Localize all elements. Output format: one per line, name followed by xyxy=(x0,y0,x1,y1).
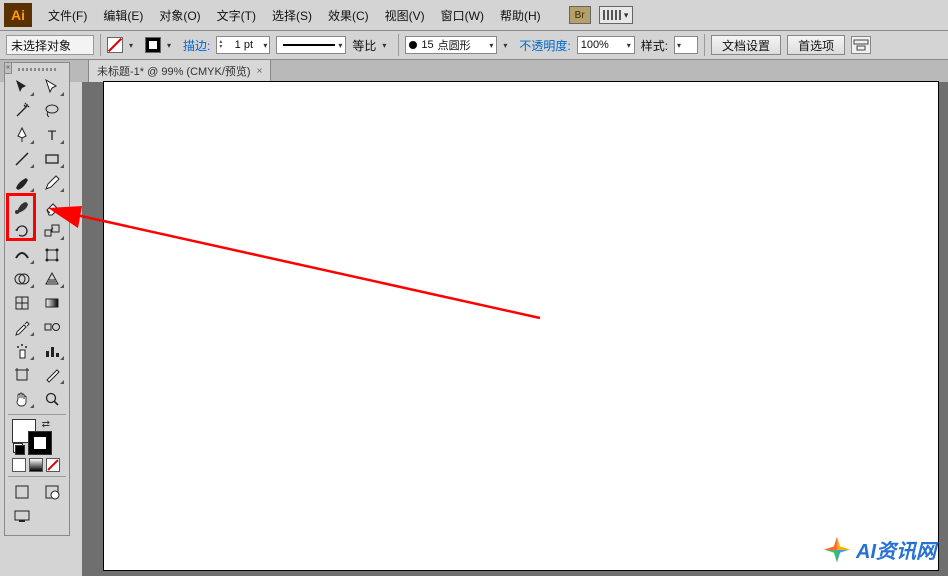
style-dropdown[interactable] xyxy=(674,36,698,54)
brush-size: 15 xyxy=(421,39,433,51)
align-icon[interactable] xyxy=(851,36,871,54)
document-tab[interactable]: 未标题-1* @ 99% (CMYK/预览) × xyxy=(88,59,271,82)
fill-swatch[interactable] xyxy=(107,37,123,53)
zoom-tool[interactable] xyxy=(38,388,66,410)
pencil-tool[interactable] xyxy=(38,172,66,194)
stroke-profile-dropdown[interactable] xyxy=(276,36,346,54)
proportion-dropdown-icon[interactable]: ▾ xyxy=(382,41,392,50)
slice-tool[interactable] xyxy=(38,364,66,386)
width-tool[interactable] xyxy=(8,244,36,266)
brush-name: 点圆形 xyxy=(438,37,471,53)
menu-type[interactable]: 文字(T) xyxy=(209,3,264,28)
panel-collapse-icon[interactable]: « xyxy=(4,62,12,74)
blend-tool[interactable] xyxy=(38,316,66,338)
blob-brush-tool[interactable] xyxy=(8,196,36,218)
selection-state: 未选择对象 xyxy=(6,35,94,55)
screen-mode-options[interactable] xyxy=(38,505,66,527)
eraser-tool[interactable] xyxy=(38,196,66,218)
shape-builder-tool[interactable] xyxy=(8,268,36,290)
column-graph-tool[interactable] xyxy=(38,340,66,362)
menu-object[interactable]: 对象(O) xyxy=(151,3,208,28)
hand-tool[interactable] xyxy=(8,388,36,410)
free-transform-tool[interactable] xyxy=(38,244,66,266)
opacity-label: 不透明度: xyxy=(519,37,570,54)
stroke-color[interactable] xyxy=(28,431,52,455)
arrange-docs-icon[interactable] xyxy=(599,6,633,24)
watermark-text: AI资讯网 xyxy=(856,535,936,564)
color-mode-gradient[interactable] xyxy=(29,458,43,472)
paintbrush-tool[interactable] xyxy=(8,172,36,194)
artboard[interactable] xyxy=(104,82,938,570)
rectangle-tool[interactable] xyxy=(38,148,66,170)
artboard-tool[interactable] xyxy=(8,364,36,386)
perspective-tool[interactable] xyxy=(38,268,66,290)
stroke-swatch[interactable] xyxy=(145,37,161,53)
line-tool[interactable] xyxy=(8,148,36,170)
color-mode-solid[interactable] xyxy=(12,458,26,472)
document-tab-bar: 未标题-1* @ 99% (CMYK/预览) × xyxy=(0,60,948,82)
panel-grip[interactable] xyxy=(8,65,66,73)
tools-panel: « T ⇄ xyxy=(4,62,70,536)
tab-label: 未标题-1* @ 99% (CMYK/预览) xyxy=(97,63,251,79)
tab-close-icon[interactable]: × xyxy=(257,66,263,77)
direct-selection-tool[interactable] xyxy=(38,76,66,98)
scale-tool[interactable] xyxy=(38,220,66,242)
menu-file[interactable]: 文件(F) xyxy=(40,3,95,28)
lasso-tool[interactable] xyxy=(38,100,66,122)
pen-tool[interactable] xyxy=(8,124,36,146)
brush-dropdown[interactable]: 15 点圆形 xyxy=(405,36,497,54)
swap-fill-stroke-icon[interactable]: ⇄ xyxy=(42,419,50,430)
rotate-tool[interactable] xyxy=(8,220,36,242)
fill-stroke-control[interactable]: ⇄ xyxy=(12,419,52,455)
options-bar: 未选择对象 ▾ ▾ 描边: 1 pt 等比 ▾ 15 点圆形 ▾ 不透明度: 1… xyxy=(0,31,948,60)
type-tool[interactable]: T xyxy=(38,124,66,146)
preferences-button[interactable]: 首选项 xyxy=(787,35,845,55)
separator xyxy=(704,34,705,56)
color-mode-none[interactable] xyxy=(46,458,60,472)
watermark: AI资讯网 xyxy=(824,535,936,564)
gradient-tool[interactable] xyxy=(38,292,66,314)
symbol-sprayer-tool[interactable] xyxy=(8,340,36,362)
canvas-area[interactable] xyxy=(82,82,948,576)
brush-dot-icon xyxy=(409,41,417,49)
proportion-label: 等比 xyxy=(352,37,376,54)
eyedropper-tool[interactable] xyxy=(8,316,36,338)
draw-behind-mode[interactable] xyxy=(38,481,66,503)
default-fill-stroke-icon[interactable] xyxy=(13,443,25,455)
separator xyxy=(398,34,399,56)
document-setup-button[interactable]: 文档设置 xyxy=(711,35,781,55)
menu-effect[interactable]: 效果(C) xyxy=(320,3,377,28)
stroke-weight-dropdown[interactable]: 1 pt xyxy=(216,36,270,54)
screen-mode[interactable] xyxy=(8,505,36,527)
opacity-dropdown[interactable]: 100% xyxy=(577,36,635,54)
app-logo: Ai xyxy=(4,3,32,27)
menu-edit[interactable]: 编辑(E) xyxy=(95,3,151,28)
brush-more-icon[interactable]: ▾ xyxy=(503,41,513,50)
menu-view[interactable]: 视图(V) xyxy=(377,3,433,28)
magic-wand-tool[interactable] xyxy=(8,100,36,122)
stroke-label: 描边: xyxy=(183,37,210,54)
menu-bar: Ai 文件(F) 编辑(E) 对象(O) 文字(T) 选择(S) 效果(C) 视… xyxy=(0,0,948,31)
draw-normal-mode[interactable] xyxy=(8,481,36,503)
menu-help[interactable]: 帮助(H) xyxy=(492,3,549,28)
mesh-tool[interactable] xyxy=(8,292,36,314)
stroke-dropdown-icon[interactable]: ▾ xyxy=(167,41,177,50)
style-label: 样式: xyxy=(641,37,668,54)
menu-select[interactable]: 选择(S) xyxy=(264,3,320,28)
separator xyxy=(100,34,101,56)
selection-tool[interactable] xyxy=(8,76,36,98)
svg-text:T: T xyxy=(48,127,57,143)
fill-dropdown-icon[interactable]: ▾ xyxy=(129,41,139,50)
menu-window[interactable]: 窗口(W) xyxy=(433,3,492,28)
bridge-icon[interactable]: Br xyxy=(569,6,591,24)
watermark-icon xyxy=(824,537,850,563)
